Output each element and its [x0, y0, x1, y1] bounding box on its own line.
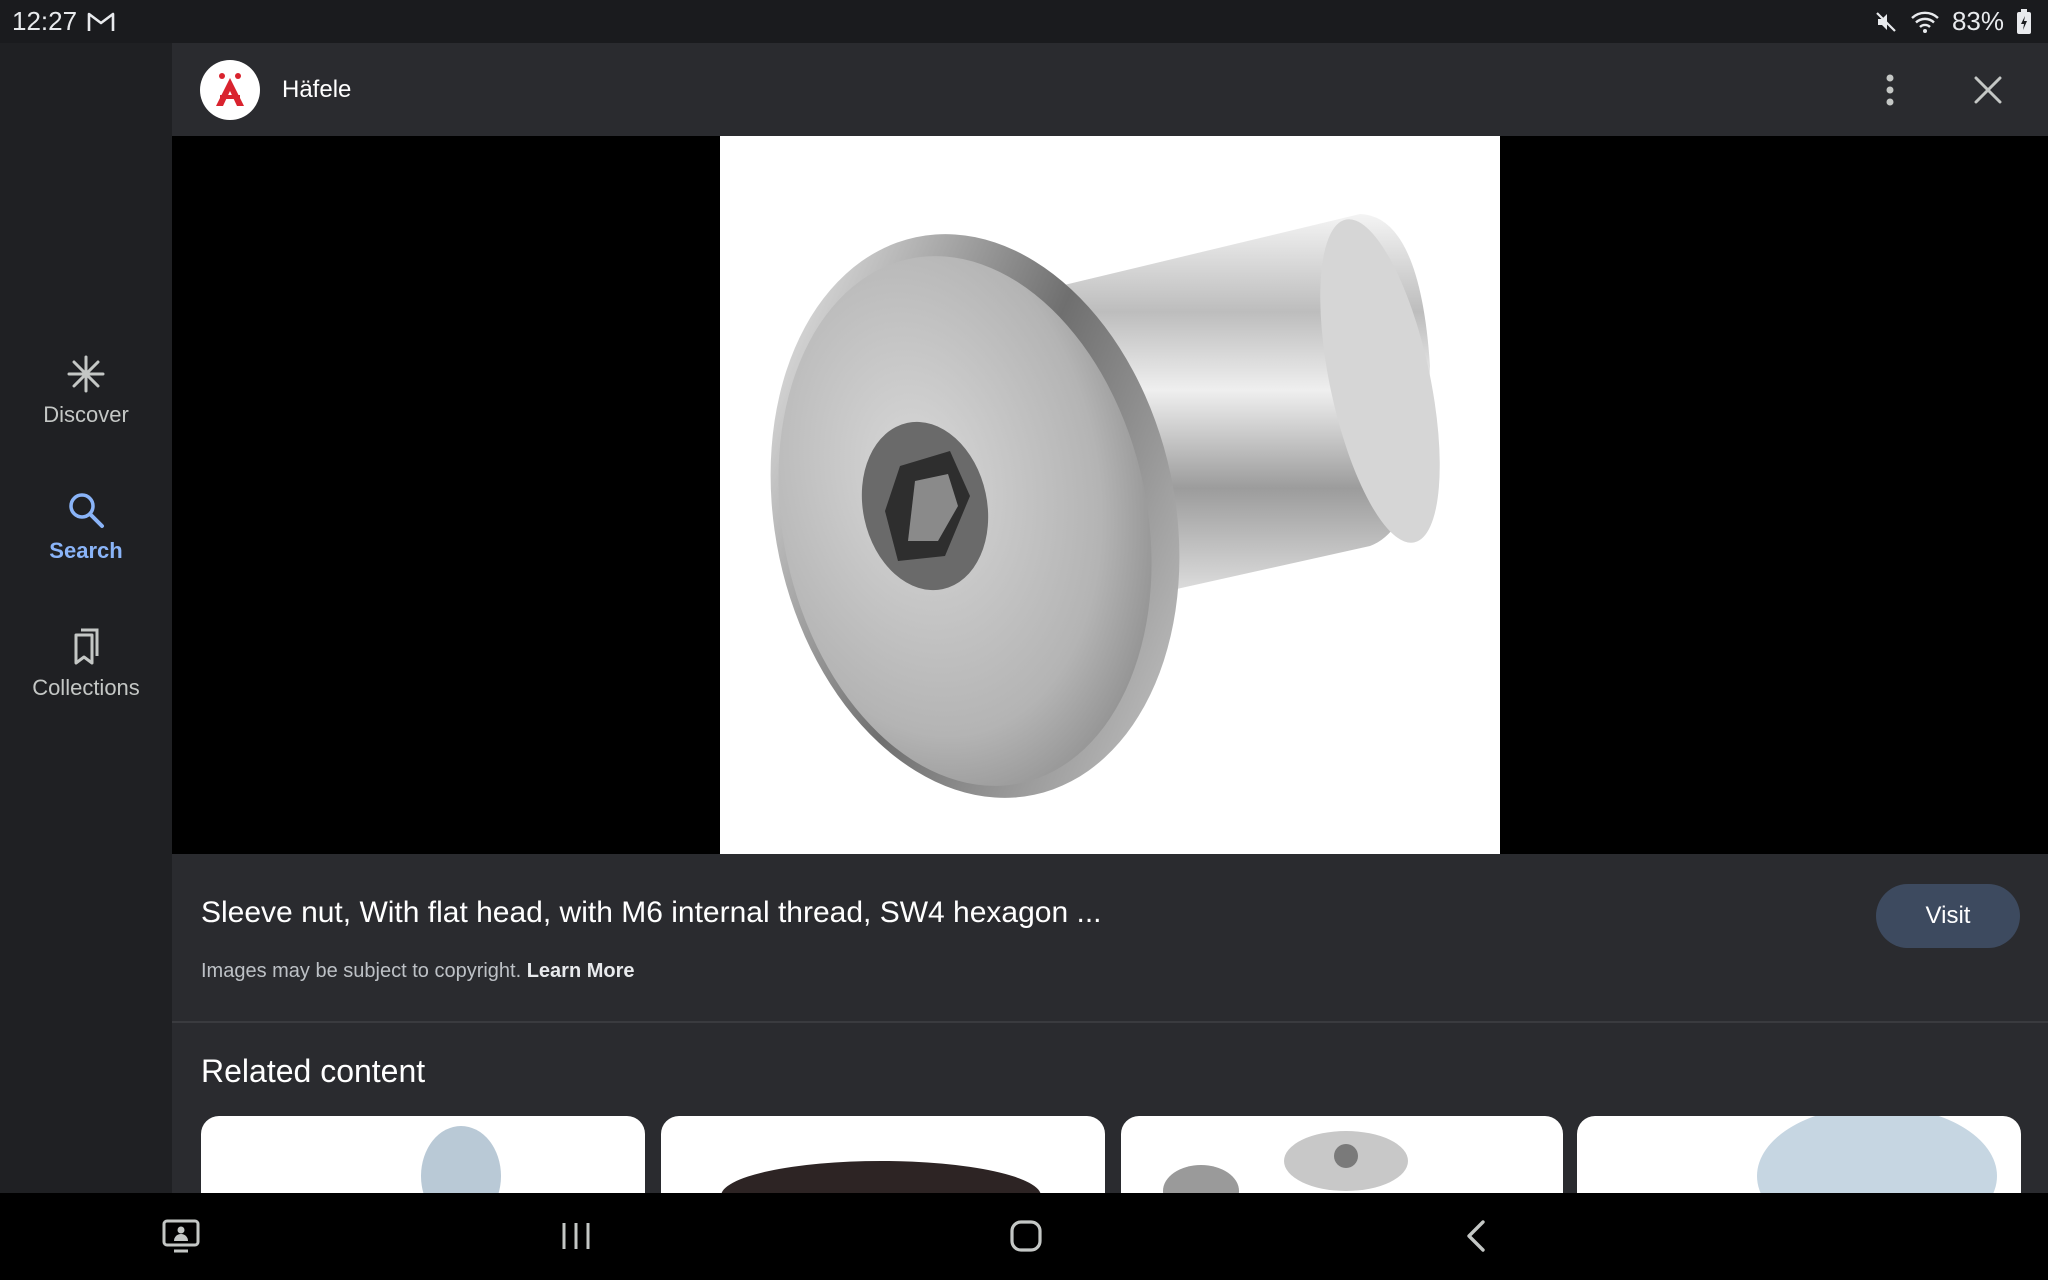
status-time: 12:27 — [12, 6, 78, 36]
nav-item-discover[interactable]: Discover — [0, 354, 172, 428]
result-image[interactable] — [720, 136, 1500, 854]
battery-percent: 83% — [1951, 6, 2004, 36]
panel-header: Häfele — [172, 43, 2048, 136]
source-logo[interactable] — [200, 59, 260, 120]
home-button[interactable] — [1001, 1211, 1051, 1261]
home-icon — [1010, 1220, 1042, 1252]
copyright-notice: Images may be subject to copyright. Lear… — [201, 960, 635, 983]
related-card[interactable] — [1577, 1116, 2021, 1193]
related-card[interactable] — [661, 1116, 1105, 1193]
result-info: Sleeve nut, With flat head, with M6 inte… — [172, 854, 2048, 1022]
source-name[interactable]: Häfele — [282, 76, 351, 104]
screen-share-button[interactable] — [156, 1211, 206, 1261]
system-nav-bar — [0, 1193, 2048, 1280]
battery-charging-icon — [2016, 8, 2032, 35]
related-content: Related content — [172, 1023, 2048, 1193]
result-title[interactable]: Sleeve nut, With flat head, with M6 inte… — [201, 896, 1101, 930]
related-thumbnail — [721, 1161, 1041, 1193]
asterisk-icon — [67, 355, 105, 393]
copyright-text: Images may be subject to copyright. — [201, 960, 522, 982]
search-icon — [69, 493, 104, 528]
status-right: 83% — [1874, 6, 2032, 37]
nav-rail: Discover Search Collections — [0, 43, 172, 1193]
nav-label-discover: Discover — [43, 402, 129, 427]
related-thumbnail — [1757, 1116, 1997, 1193]
related-card[interactable] — [1121, 1116, 1563, 1193]
wifi-icon — [1910, 10, 1940, 34]
back-button[interactable] — [1451, 1211, 1501, 1261]
learn-more-link[interactable]: Learn More — [527, 960, 635, 982]
header-actions — [1868, 68, 2020, 112]
bookmark-icon — [74, 628, 99, 665]
related-thumbnail — [1163, 1131, 1408, 1193]
related-thumbnail — [421, 1126, 501, 1193]
related-content-title: Related content — [201, 1053, 426, 1089]
related-card[interactable] — [201, 1116, 645, 1193]
recents-icon — [562, 1223, 590, 1249]
gmail-icon — [87, 11, 115, 33]
close-icon — [1974, 76, 2002, 103]
close-button[interactable] — [1966, 68, 2010, 112]
recents-button[interactable] — [551, 1211, 601, 1261]
status-bar: 12:27 83% — [0, 0, 2048, 43]
nav-item-collections[interactable]: Collections — [0, 627, 172, 701]
sleeve-nut-image — [720, 136, 1500, 854]
nav-label-search: Search — [49, 538, 123, 563]
hafele-logo-icon — [216, 72, 244, 106]
nav-item-search[interactable]: Search — [0, 490, 172, 564]
screen-share-icon — [162, 1219, 200, 1253]
more-vert-icon — [1886, 74, 1894, 105]
back-icon — [1467, 1220, 1485, 1252]
image-result-panel: Häfele Sleeve nut, With flat head, with … — [172, 43, 2048, 1193]
mute-icon — [1874, 10, 1898, 34]
more-options-button[interactable] — [1868, 68, 1912, 112]
image-stage — [172, 136, 2048, 854]
visit-button[interactable]: Visit — [1876, 884, 2020, 948]
nav-label-collections: Collections — [32, 675, 140, 700]
status-left: 12:27 — [12, 6, 115, 37]
